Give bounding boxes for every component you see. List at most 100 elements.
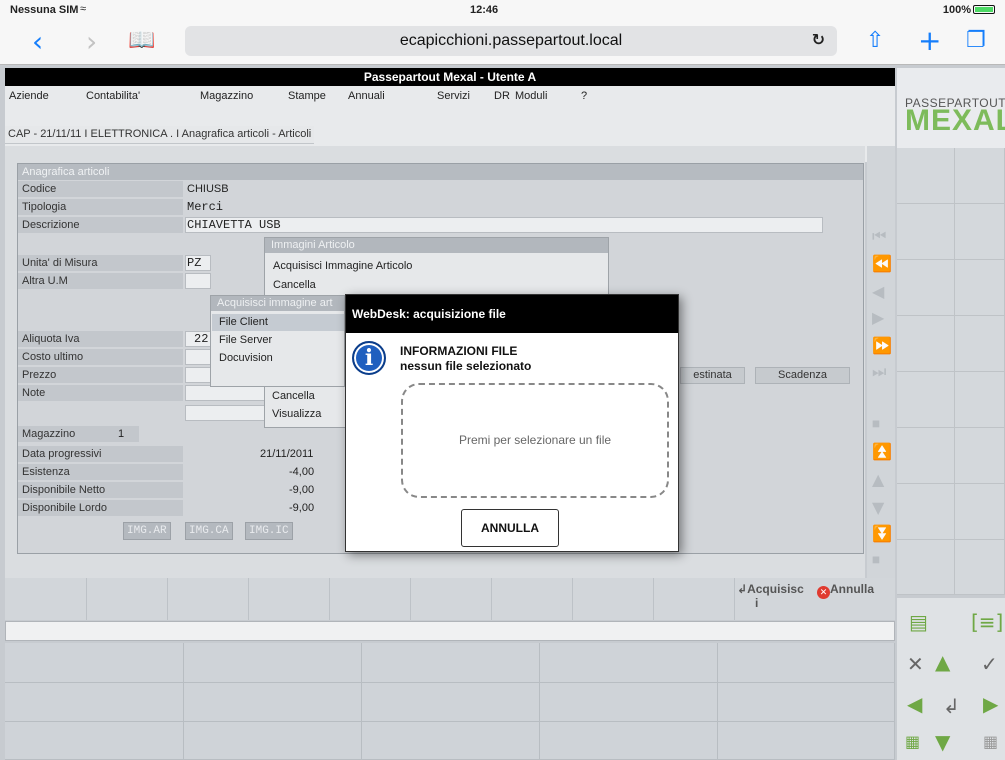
page-down-icon[interactable]: ⏬	[872, 524, 892, 543]
function-key[interactable]	[955, 148, 1005, 204]
menu-contabilita[interactable]: Contabilita'	[86, 90, 140, 102]
menu-servizi[interactable]: Servizi	[437, 90, 470, 102]
keypad-key[interactable]	[718, 643, 895, 683]
cancella-item[interactable]: Cancella	[273, 279, 316, 291]
page-up-icon[interactable]: ⏫	[872, 442, 892, 461]
file-server-item[interactable]: File Server	[219, 334, 272, 346]
back-icon[interactable]: ‹	[32, 25, 43, 58]
scroll-bottom-icon[interactable]: ⏹	[872, 550, 880, 570]
function-key[interactable]	[955, 204, 1005, 260]
keypad-key[interactable]	[540, 683, 718, 722]
codice-value[interactable]: CHIUSB	[187, 181, 229, 197]
right-arrow-icon[interactable]: ▶	[983, 692, 998, 716]
keypad-key[interactable]	[184, 683, 362, 722]
function-key[interactable]	[897, 372, 955, 428]
grid-icon[interactable]: ▦	[905, 732, 920, 751]
keyboard-icon[interactable]: ▦	[983, 732, 998, 751]
function-key[interactable]	[897, 484, 955, 540]
confirm-check-icon[interactable]: ✓	[981, 652, 998, 676]
new-tab-icon[interactable]: +	[918, 24, 941, 57]
function-key[interactable]	[955, 540, 1005, 595]
menu-annuali[interactable]: Annuali	[348, 90, 385, 102]
costo-field[interactable]	[185, 349, 211, 365]
function-key[interactable]	[955, 316, 1005, 372]
up-arrow-icon[interactable]: ▲	[935, 650, 950, 674]
action-slot[interactable]	[330, 578, 411, 620]
down-arrow-icon[interactable]: ▼	[935, 730, 950, 754]
bookmarks-icon[interactable]: 📖	[128, 28, 155, 53]
next-record-icon[interactable]: ▶	[872, 308, 884, 327]
note-field-2[interactable]	[185, 405, 265, 421]
function-key[interactable]	[897, 148, 955, 204]
action-slot[interactable]	[87, 578, 168, 620]
annulla-button[interactable]: ANNULLA	[461, 509, 559, 547]
menu-dr[interactable]: DR	[494, 90, 510, 102]
list-bracket-icon[interactable]: [≡]	[971, 610, 1003, 634]
left-arrow-icon[interactable]: ◀	[907, 692, 922, 716]
last-record-icon[interactable]: ⏭	[872, 362, 886, 382]
function-key[interactable]	[897, 316, 955, 372]
visualizza-item-bottom[interactable]: Visualizza	[272, 408, 321, 420]
keypad-key[interactable]	[540, 643, 718, 683]
note-field-1[interactable]	[185, 385, 265, 401]
function-key[interactable]	[897, 260, 955, 316]
fast-back-icon[interactable]: ⏪	[872, 254, 892, 273]
scroll-top-icon[interactable]: ⏹	[872, 414, 880, 434]
prezzo-field[interactable]	[185, 367, 211, 383]
line-down-icon[interactable]: ▼	[872, 498, 884, 517]
keypad-key[interactable]	[184, 643, 362, 683]
menu-magazzino[interactable]: Magazzino	[200, 90, 253, 102]
img-ic-button[interactable]: IMG.IC	[245, 522, 293, 540]
keypad-key[interactable]	[184, 722, 362, 760]
action-slot[interactable]	[492, 578, 573, 620]
menu-stampe[interactable]: Stampe	[288, 90, 326, 102]
menu-aziende[interactable]: Aziende	[9, 90, 49, 102]
address-bar[interactable]: ecapicchioni.passepartout.local ↻	[185, 26, 837, 56]
function-key[interactable]	[955, 428, 1005, 484]
menu-moduli[interactable]: Moduli	[515, 90, 547, 102]
menu-help[interactable]: ?	[581, 90, 587, 102]
action-slot[interactable]	[5, 578, 87, 620]
img-ar-button[interactable]: IMG.AR	[123, 522, 171, 540]
fast-forward-icon[interactable]: ⏩	[872, 336, 892, 355]
forward-icon[interactable]: ›	[86, 25, 97, 58]
function-key[interactable]	[897, 428, 955, 484]
action-slot[interactable]	[168, 578, 249, 620]
function-key[interactable]	[955, 484, 1005, 540]
docuvision-item[interactable]: Docuvision	[219, 352, 273, 364]
tabs-icon[interactable]: ❐	[966, 28, 986, 53]
action-slot[interactable]	[654, 578, 735, 620]
scadenza-button[interactable]: Scadenza	[755, 367, 850, 384]
acquisisci-button[interactable]: ↲Acquisisc i	[737, 582, 804, 610]
keypad-key[interactable]	[362, 643, 540, 683]
cancella-item-bottom[interactable]: Cancella	[272, 390, 315, 402]
line-up-icon[interactable]: ▲	[872, 470, 884, 489]
first-record-icon[interactable]: ⏮	[872, 226, 886, 246]
function-key[interactable]	[897, 540, 955, 595]
function-key[interactable]	[955, 260, 1005, 316]
prev-record-icon[interactable]: ◀	[872, 282, 884, 301]
descrizione-field[interactable]	[185, 217, 823, 233]
list-icon[interactable]: ▤	[909, 610, 928, 634]
acquisisci-immagine-item[interactable]: Acquisisci Immagine Articolo	[273, 260, 412, 272]
keypad-key[interactable]	[5, 643, 184, 683]
reload-icon[interactable]: ↻	[812, 26, 825, 56]
keypad-key[interactable]	[362, 683, 540, 722]
share-icon[interactable]: ⇧	[866, 28, 884, 53]
cancel-x-icon[interactable]: ✕	[907, 652, 924, 676]
file-dropzone[interactable]: Premi per selezionare un file	[401, 383, 669, 498]
function-key[interactable]	[897, 204, 955, 260]
keypad-key[interactable]	[540, 722, 718, 760]
destinata-button[interactable]: estinata	[680, 367, 745, 384]
enter-key-icon[interactable]: ↲	[943, 694, 960, 718]
annulla-footer-button[interactable]: ✕ Annulla	[817, 582, 874, 599]
action-slot[interactable]	[411, 578, 492, 620]
altra-um-field[interactable]	[185, 273, 211, 289]
keypad-key[interactable]	[718, 722, 895, 760]
keypad-key[interactable]	[5, 722, 184, 760]
function-key[interactable]	[955, 372, 1005, 428]
magazzino-value[interactable]: 1	[118, 426, 124, 442]
keypad-key[interactable]	[362, 722, 540, 760]
tipologia-value[interactable]: Merci	[187, 199, 223, 215]
keypad-key[interactable]	[5, 683, 184, 722]
